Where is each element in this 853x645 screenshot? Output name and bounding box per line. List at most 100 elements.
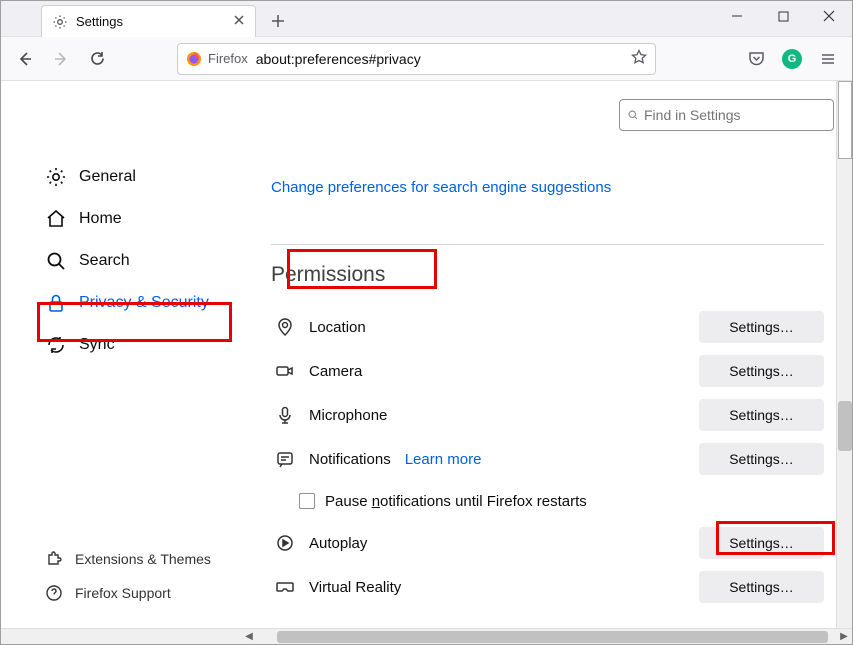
settings-search[interactable] [619,99,834,131]
identity-box[interactable]: Firefox [186,51,248,67]
sidebar-item-home[interactable]: Home [41,198,241,240]
notifications-learn-more-link[interactable]: Learn more [405,451,482,468]
sidebar-item-label: Extensions & Themes [75,551,211,567]
scroll-thumb[interactable] [838,401,852,451]
arrow-right-icon [52,50,70,68]
titlebar: Settings [1,1,852,37]
sidebar-item-label: General [79,168,136,186]
perm-label: Location [309,319,366,336]
sidebar-item-general[interactable]: General [41,156,241,198]
sidebar-item-extensions[interactable]: Extensions & Themes [41,542,241,576]
perm-row-vr: Virtual Reality Settings… [271,565,824,609]
perm-label: Microphone [309,407,387,424]
section-divider [271,244,824,245]
plus-icon [271,14,285,28]
hamburger-icon [820,51,836,67]
autoplay-icon [271,533,299,553]
pocket-icon [748,50,765,67]
star-icon [631,49,647,65]
perm-row-camera: Camera Settings… [271,349,824,393]
reload-icon [89,50,106,67]
toolbar-right: G [740,43,844,75]
arrow-left-icon [16,50,34,68]
sidebar-item-support[interactable]: Firefox Support [41,576,241,610]
pause-notifications-checkbox[interactable] [299,493,315,509]
content-area: General Home Search Privacy & Security S… [1,81,852,630]
perm-label: Camera [309,363,362,380]
urlbar[interactable]: Firefox about:preferences#privacy [177,43,656,75]
microphone-icon [271,405,299,425]
help-icon [45,584,63,602]
search-icon [628,108,638,122]
gear-icon [45,166,67,188]
tab-title: Settings [76,14,225,29]
minimize-icon [731,10,743,22]
new-tab-button[interactable] [264,7,292,35]
sync-icon [45,334,67,356]
tabs-area: Settings [1,1,292,37]
sidebar-item-label: Privacy & Security [79,294,209,312]
app-menu-button[interactable] [812,43,844,75]
url-text: about:preferences#privacy [256,51,623,67]
maximize-icon [778,11,789,22]
vr-settings-button[interactable]: Settings… [699,571,824,603]
camera-icon [271,361,299,381]
search-suggestions-link[interactable]: Change preferences for search engine sug… [271,179,611,196]
pocket-button[interactable] [740,43,772,75]
perm-row-notifications: Notifications Learn more Settings… [271,437,824,481]
window-controls [714,1,852,31]
pause-notifications-row: Pause notifications until Firefox restar… [299,481,824,521]
bookmark-button[interactable] [631,49,647,68]
extension-button[interactable]: G [776,43,808,75]
sidebar-item-label: Sync [79,336,115,354]
sidebar-item-label: Home [79,210,122,228]
close-window-button[interactable] [806,1,852,31]
back-button[interactable] [9,43,41,75]
puzzle-icon [45,550,63,568]
permissions-heading: Permissions [271,263,385,287]
perm-row-microphone: Microphone Settings… [271,393,824,437]
notification-icon [271,449,299,469]
location-icon [271,317,299,337]
maximize-button[interactable] [760,1,806,31]
close-icon [823,10,835,22]
perm-label: Autoplay [309,535,367,552]
scroll-thumb[interactable] [838,81,852,159]
perm-row-location: Location Settings… [271,305,824,349]
sidebar-item-privacy[interactable]: Privacy & Security [41,282,241,324]
sidebar-item-search[interactable]: Search [41,240,241,282]
forward-button[interactable] [45,43,77,75]
search-icon [45,250,67,272]
home-icon [45,208,67,230]
camera-settings-button[interactable]: Settings… [699,355,824,387]
scroll-track[interactable] [257,630,836,644]
minimize-button[interactable] [714,1,760,31]
location-settings-button[interactable]: Settings… [699,311,824,343]
sidebar-item-sync[interactable]: Sync [41,324,241,366]
toolbar: Firefox about:preferences#privacy G [1,37,852,81]
sidebar: General Home Search Privacy & Security S… [1,81,241,630]
gear-icon [52,14,68,30]
browser-tab[interactable]: Settings [41,5,256,37]
sidebar-bottom: Extensions & Themes Firefox Support [41,542,241,630]
vr-icon [271,577,299,597]
scroll-left-arrow[interactable]: ◀ [241,629,257,645]
horizontal-scrollbar[interactable]: ◀ ▶ [1,628,852,644]
sidebar-item-label: Firefox Support [75,585,171,601]
vertical-scrollbar[interactable] [836,81,852,630]
grammarly-icon: G [782,49,802,69]
perm-label: Virtual Reality [309,579,401,596]
lock-icon [45,292,67,314]
sidebar-item-label: Search [79,252,130,270]
scroll-right-arrow[interactable]: ▶ [836,629,852,645]
reload-button[interactable] [81,43,113,75]
notifications-settings-button[interactable]: Settings… [699,443,824,475]
pause-notifications-label: Pause notifications until Firefox restar… [325,493,587,510]
autoplay-settings-button[interactable]: Settings… [699,527,824,559]
scroll-thumb[interactable] [277,631,828,643]
firefox-logo-icon [186,51,202,67]
perm-label: Notifications [309,451,391,468]
settings-search-input[interactable] [644,107,825,123]
tab-close-button[interactable] [233,14,245,29]
microphone-settings-button[interactable]: Settings… [699,399,824,431]
